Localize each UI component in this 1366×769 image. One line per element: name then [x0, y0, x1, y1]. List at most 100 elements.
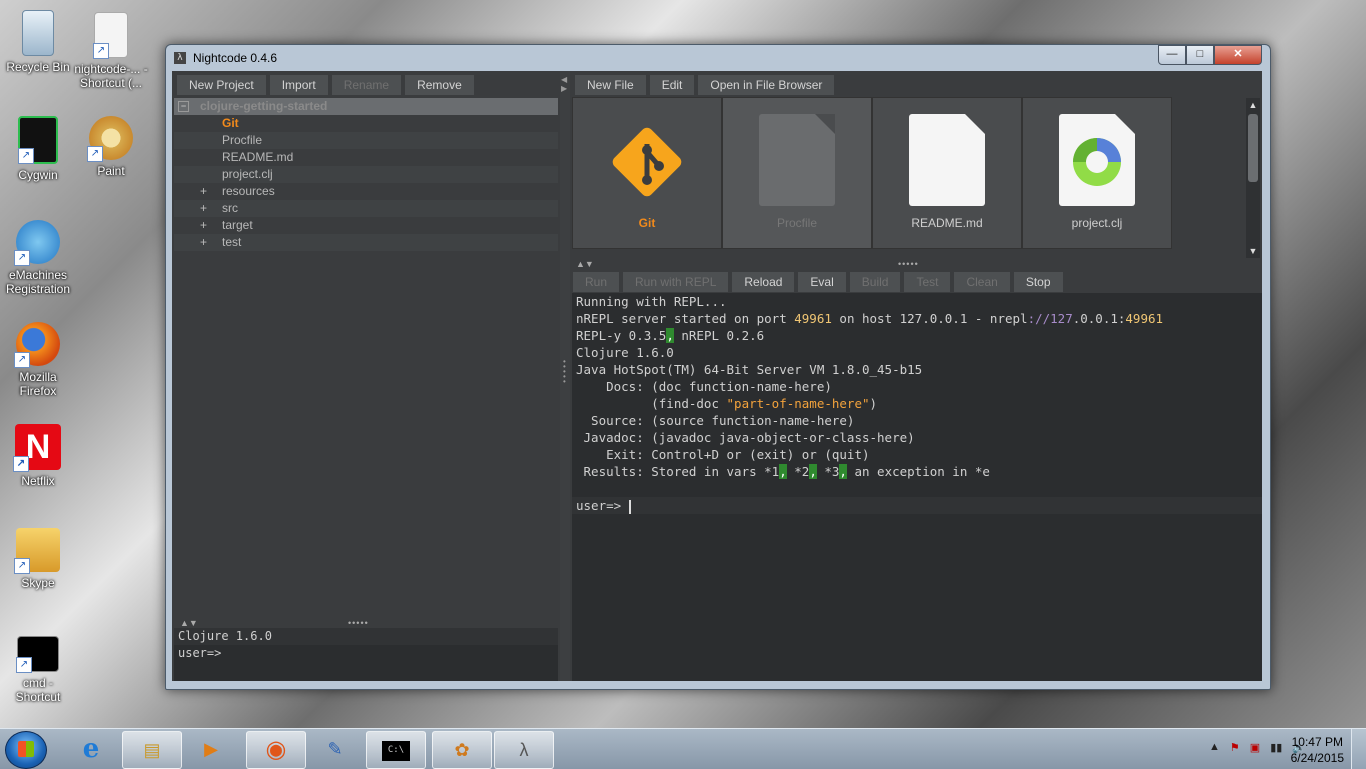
- tree-item-label: resources: [222, 184, 275, 198]
- expand-icon[interactable]: +: [200, 183, 207, 200]
- drag-handle-icon[interactable]: •••••: [563, 358, 566, 386]
- left-horizontal-splitter[interactable]: ▲▼ •••••: [172, 618, 560, 628]
- new-file-button[interactable]: New File: [574, 74, 647, 96]
- window-controls: — □ ✕: [1158, 45, 1262, 65]
- scroll-up-icon[interactable]: ▲: [1246, 98, 1260, 112]
- desktop-icon-cmd[interactable]: ↗ cmd - Shortcut: [0, 636, 76, 704]
- console-prompt[interactable]: user=>: [572, 497, 1262, 514]
- console-line: Exit: Control+D or (exit) or (quit): [576, 447, 870, 462]
- desktop-icon-firefox[interactable]: ↗ Mozilla Firefox: [0, 322, 76, 398]
- firefox-icon: ◉: [265, 736, 287, 763]
- shortcut-arrow-icon: ↗: [13, 456, 29, 472]
- vertical-splitter[interactable]: ◀ ▶ • • • • •: [560, 71, 570, 681]
- tree-item-label: README.md: [222, 150, 294, 164]
- tree-item-label: test: [222, 235, 242, 249]
- show-desktop-button[interactable]: [1351, 729, 1366, 769]
- scroll-down-icon[interactable]: ▼: [1246, 244, 1260, 258]
- expand-icon[interactable]: +: [200, 234, 207, 251]
- tree-item-test[interactable]: + test: [174, 234, 558, 251]
- desktop-icon-paint[interactable]: ↗ Paint: [73, 116, 149, 178]
- network-signal-icon[interactable]: ▮▮: [1270, 741, 1282, 754]
- tree-item-resources[interactable]: + resources: [174, 183, 558, 200]
- collapse-arrows-icon[interactable]: ▲▼: [576, 259, 594, 269]
- minimize-button[interactable]: —: [1158, 45, 1186, 65]
- taskbar-firefox[interactable]: ◉: [246, 731, 306, 769]
- desktop-icon-emachines[interactable]: ↗ eMachines Registration: [0, 220, 76, 296]
- drag-handle-icon[interactable]: •••••: [898, 259, 919, 269]
- tree-item-label: target: [222, 218, 253, 232]
- desktop-icon-netflix[interactable]: N ↗ Netflix: [0, 424, 76, 488]
- window-titlebar[interactable]: λ Nightcode 0.4.6 — □ ✕: [166, 45, 1270, 71]
- action-center-flag-icon[interactable]: ⚑: [1230, 741, 1240, 754]
- collapse-arrows-icon[interactable]: ▲▼: [180, 618, 198, 628]
- tray-app-icon[interactable]: ▣: [1250, 741, 1260, 754]
- open-in-file-browser-button[interactable]: Open in File Browser: [697, 74, 836, 96]
- tree-item-target[interactable]: + target: [174, 217, 558, 234]
- project-panel: New Project Import Rename Remove − cloju…: [172, 71, 560, 681]
- taskbar-media-player[interactable]: ▶: [182, 731, 240, 767]
- new-project-button[interactable]: New Project: [176, 74, 267, 96]
- right-horizontal-splitter[interactable]: ▲▼ •••••: [570, 259, 1262, 269]
- edit-button[interactable]: Edit: [648, 74, 696, 96]
- clock-date: 6/24/2015: [1290, 751, 1344, 765]
- tree-item-procfile[interactable]: Procfile: [174, 132, 558, 149]
- test-button[interactable]: Test: [903, 271, 952, 293]
- tile-git[interactable]: Git: [572, 97, 722, 249]
- tile-procfile[interactable]: Procfile: [722, 97, 872, 249]
- tree-item-project-clj[interactable]: project.clj: [174, 166, 558, 183]
- taskbar-nightcode[interactable]: λ: [494, 731, 554, 769]
- desktop-icon-recycle-bin[interactable]: Recycle Bin: [0, 10, 76, 74]
- scrollbar-thumb[interactable]: [1248, 114, 1258, 182]
- import-button[interactable]: Import: [268, 74, 329, 96]
- show-hidden-icons-icon[interactable]: ▲: [1209, 741, 1220, 754]
- run-with-repl-button[interactable]: Run with REPL: [622, 271, 730, 293]
- console-line: Running with REPL...: [576, 294, 727, 309]
- repl-prompt: user=>: [178, 646, 222, 660]
- blank-file-icon: [759, 114, 835, 206]
- tree-item-src[interactable]: + src: [174, 200, 558, 217]
- desktop-icon-skype[interactable]: ↗ Skype: [0, 528, 76, 590]
- tree-item-git[interactable]: Git: [174, 115, 558, 132]
- rename-button[interactable]: Rename: [330, 74, 403, 96]
- taskbar-ie[interactable]: e: [62, 731, 120, 767]
- tile-readme[interactable]: README.md: [872, 97, 1022, 249]
- text-cursor: [628, 499, 631, 514]
- stop-button[interactable]: Stop: [1012, 271, 1064, 293]
- close-button[interactable]: ✕: [1214, 45, 1262, 65]
- project-repl[interactable]: Clojure 1.6.0 user=>: [174, 628, 558, 681]
- collapse-icon[interactable]: −: [178, 101, 189, 112]
- desktop-icon-nightcode-shortcut[interactable]: ↗ nightcode-... - Shortcut (...: [73, 12, 149, 90]
- tree-root[interactable]: − clojure-getting-started: [174, 98, 558, 115]
- taskbar-paint[interactable]: ✿: [432, 731, 492, 769]
- eval-button[interactable]: Eval: [797, 271, 847, 293]
- clock[interactable]: 10:47 PM 6/24/2015: [1291, 734, 1344, 766]
- expand-icon[interactable]: +: [200, 217, 207, 234]
- build-button[interactable]: Build: [848, 271, 902, 293]
- maximize-button[interactable]: □: [1186, 45, 1214, 65]
- shortcut-arrow-icon: ↗: [16, 657, 32, 673]
- reload-button[interactable]: Reload: [731, 271, 796, 293]
- tree-item-readme[interactable]: README.md: [174, 149, 558, 166]
- expand-icon[interactable]: +: [200, 200, 207, 217]
- run-button[interactable]: Run: [572, 271, 621, 293]
- file-explorer-icon: ▤: [143, 740, 161, 760]
- taskbar-registration[interactable]: ✎: [306, 731, 364, 767]
- remove-button[interactable]: Remove: [404, 74, 475, 96]
- clean-button[interactable]: Clean: [953, 271, 1011, 293]
- shortcut-arrow-icon: ↗: [93, 43, 109, 59]
- file-tiles: Git Procfile README.md project.clj: [572, 97, 1242, 257]
- collapse-arrows-icon[interactable]: ◀ ▶: [561, 75, 567, 93]
- console-line: Clojure 1.6.0: [576, 345, 674, 360]
- console-line: Results: Stored in vars *1, *2, *3, an e…: [576, 464, 990, 479]
- drag-handle-icon[interactable]: •••••: [348, 618, 369, 628]
- desktop-icon-cygwin[interactable]: ↗ Cygwin: [0, 116, 76, 182]
- tile-project-clj[interactable]: project.clj: [1022, 97, 1172, 249]
- project-tree: − clojure-getting-started Git Procfile R…: [174, 98, 558, 618]
- console-line: nREPL server started on port 49961 on ho…: [576, 311, 1164, 326]
- start-button[interactable]: [5, 731, 47, 769]
- shortcut-arrow-icon: ↗: [14, 250, 30, 266]
- taskbar-cmd[interactable]: C:\: [366, 731, 426, 769]
- tiles-scrollbar[interactable]: ▲ ▼: [1246, 98, 1260, 258]
- repl-console[interactable]: Running with REPL... nREPL server starte…: [572, 293, 1262, 681]
- taskbar-explorer[interactable]: ▤: [122, 731, 182, 769]
